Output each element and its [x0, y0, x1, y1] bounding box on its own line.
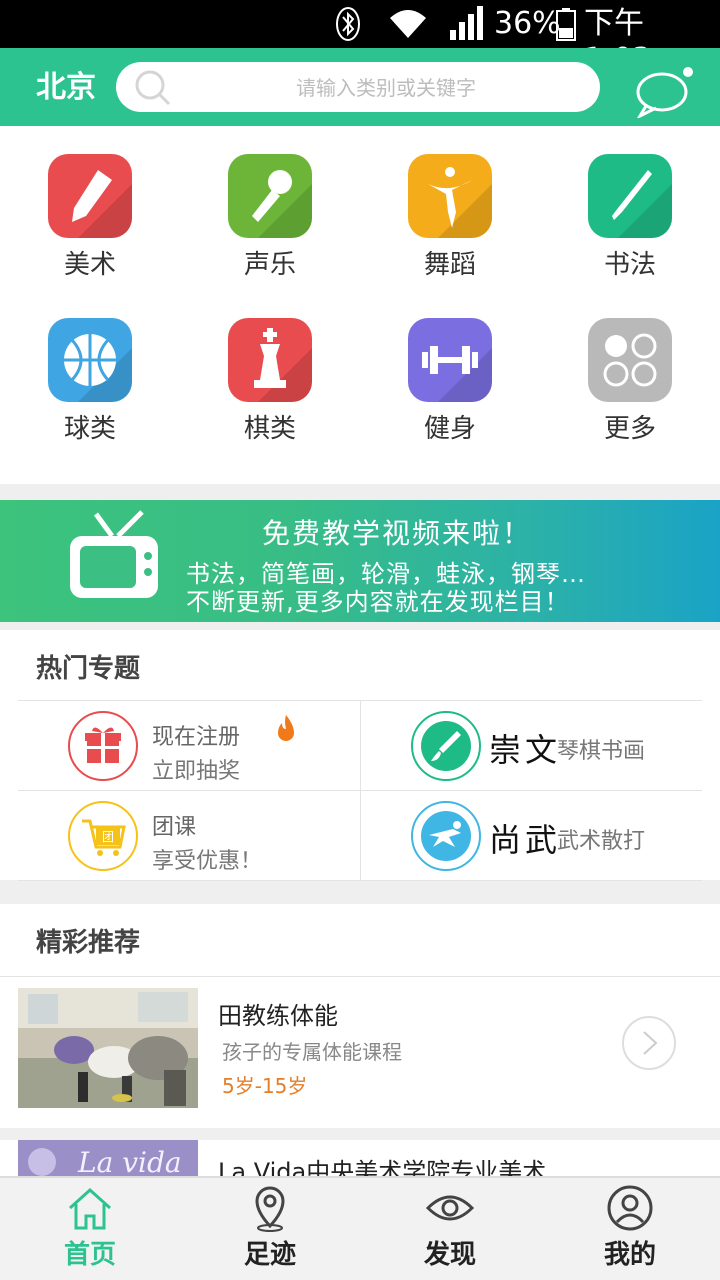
gift-icon	[68, 711, 138, 781]
hot-topic-line1: 团课	[152, 815, 197, 840]
tab-footprint[interactable]: 足迹	[180, 1178, 360, 1280]
hot-topic-line2: 享受优惠！	[152, 849, 263, 874]
tab-discover[interactable]: 发现	[360, 1178, 540, 1280]
hot-topic-subtitle: 武术散打	[557, 829, 646, 854]
category-dance[interactable]: 舞蹈	[360, 126, 540, 286]
banner-headline: 免费教学视频来啦！	[262, 517, 533, 550]
recommendations-section: 精彩推荐 田教练体能 孩子的专属体能课程 5岁-15岁 La vida La V…	[0, 904, 720, 1176]
more-grid-icon	[588, 318, 672, 402]
section-title: 精彩推荐	[36, 928, 141, 958]
course-title: La Vida中央美术学院专业美术…	[218, 1158, 571, 1176]
hot-topic-title: 崇文	[489, 731, 562, 769]
course-age-range: 5岁-15岁	[222, 1074, 308, 1098]
city-selector[interactable]: 北京	[36, 62, 96, 106]
chess-king-icon	[228, 318, 312, 402]
category-vocal[interactable]: 声乐	[180, 126, 360, 286]
hot-topic-subtitle: 琴棋书画	[557, 739, 646, 764]
category-chess[interactable]: 棋类	[180, 290, 360, 450]
category-fitness[interactable]: 健身	[360, 290, 540, 450]
chevron-right-icon[interactable]	[622, 1016, 676, 1070]
wifi-icon	[388, 6, 428, 51]
tv-icon	[66, 510, 162, 608]
basketball-icon	[48, 318, 132, 402]
cart-icon: 团	[68, 801, 138, 871]
tab-label: 首页	[63, 1240, 116, 1270]
category-label: 健身	[423, 414, 476, 444]
eye-icon	[425, 1184, 475, 1232]
location-pin-icon	[246, 1184, 294, 1232]
paintbrush-icon	[411, 711, 481, 781]
category-label: 棋类	[243, 414, 296, 444]
category-label: 球类	[63, 414, 116, 444]
status-bar: 36% 下午 1:03	[0, 0, 720, 77]
hot-topic-title: 尚武	[489, 821, 562, 859]
tab-home[interactable]: 首页	[0, 1178, 180, 1280]
user-icon	[606, 1184, 654, 1232]
svg-text:La vida: La vida	[77, 1146, 182, 1176]
category-art[interactable]: 美术	[0, 126, 180, 286]
hot-topic-line2: 立即抽奖	[152, 759, 241, 784]
course-thumbnail	[18, 988, 198, 1108]
hot-topic-culture[interactable]: 崇文 琴棋书画	[360, 701, 702, 791]
flame-icon	[276, 715, 296, 747]
course-description: 孩子的专属体能课程	[222, 1040, 402, 1064]
search-placeholder: 请输入类别或关键字	[296, 76, 476, 100]
martial-arts-icon	[411, 801, 481, 871]
tab-label: 我的	[603, 1240, 656, 1270]
banner-subtext-2: 不断更新,更多内容就在发现栏目！	[186, 588, 570, 616]
category-grid: 美术 声乐 舞蹈 书法 球类 棋类 健身 更多	[0, 126, 720, 484]
category-label: 更多	[603, 414, 656, 444]
category-label: 书法	[603, 250, 656, 280]
battery-percent: 36%	[494, 6, 561, 41]
tab-me[interactable]: 我的	[540, 1178, 720, 1280]
divider	[0, 1128, 720, 1140]
category-ball[interactable]: 球类	[0, 290, 180, 450]
svg-text:团: 团	[102, 830, 114, 844]
search-input[interactable]: 请输入类别或关键字	[116, 62, 600, 112]
list-item[interactable]: La vida La Vida中央美术学院专业美术…	[0, 1140, 720, 1176]
category-label: 声乐	[243, 250, 296, 280]
pencil-icon	[48, 154, 132, 238]
dancer-icon	[408, 154, 492, 238]
signal-icon	[450, 6, 484, 51]
chat-bubble-icon[interactable]	[634, 62, 696, 120]
microphone-icon	[228, 154, 312, 238]
hot-topic-register[interactable]: 现在注册 立即抽奖	[18, 701, 360, 791]
course-thumbnail: La vida	[18, 1140, 198, 1176]
bluetooth-icon	[334, 6, 362, 51]
hot-topic-line1: 现在注册	[152, 725, 241, 750]
search-icon	[134, 69, 172, 111]
category-more[interactable]: 更多	[540, 290, 720, 450]
top-header: 北京 请输入类别或关键字	[0, 48, 720, 126]
tab-label: 发现	[423, 1240, 476, 1270]
category-calligraphy[interactable]: 书法	[540, 126, 720, 286]
section-title: 热门专题	[36, 654, 141, 684]
dumbbell-icon	[408, 318, 492, 402]
brush-icon	[588, 154, 672, 238]
list-item[interactable]: 田教练体能 孩子的专属体能课程 5岁-15岁	[0, 976, 720, 1128]
hot-topic-group-class[interactable]: 团 团课 享受优惠！	[18, 791, 360, 881]
tab-label: 足迹	[243, 1240, 296, 1270]
hot-topics-grid: 现在注册 立即抽奖 崇文 琴棋书画 团 团课 享受优惠！ 尚武 武术散打	[18, 700, 702, 881]
category-label: 美术	[63, 250, 116, 280]
category-label: 舞蹈	[423, 250, 476, 280]
hot-topics-section: 热门专题 现在注册 立即抽奖 崇文 琴棋书画 团 团课 享受优惠！ 尚武 武术散…	[0, 630, 720, 881]
promo-banner[interactable]: 免费教学视频来啦！ 书法，简笔画，轮滑，蛙泳，钢琴… 不断更新,更多内容就在发现…	[0, 500, 720, 622]
hot-topic-martial[interactable]: 尚武 武术散打	[360, 791, 702, 881]
battery-icon	[556, 6, 576, 51]
bottom-navigation: 首页 足迹 发现 我的	[0, 1176, 720, 1280]
home-icon	[66, 1184, 114, 1232]
course-title: 田教练体能	[218, 1002, 338, 1030]
